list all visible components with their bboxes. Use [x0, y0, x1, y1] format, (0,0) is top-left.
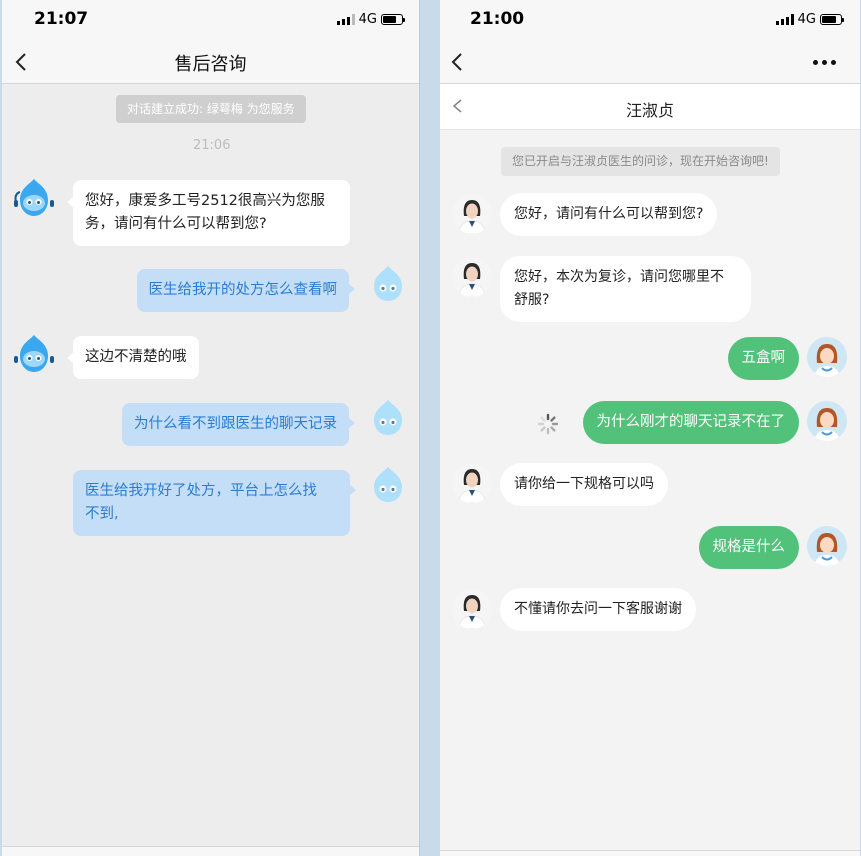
- status-bar: 21:07 4G: [2, 0, 419, 40]
- back-arrow-icon[interactable]: [448, 52, 468, 72]
- system-note: 您已开启与汪淑贞医生的问诊，现在开始咨询吧!: [501, 147, 780, 176]
- signal-icon: [336, 14, 355, 25]
- status-time: 21:00: [470, 9, 525, 29]
- status-time: 21:07: [34, 9, 89, 29]
- message-bubble-user: 医生给我开的处方怎么查看啊: [136, 269, 355, 312]
- more-icon[interactable]: [813, 60, 836, 65]
- message-bubble-user: 为什么看不到跟医生的聊天记录: [122, 403, 355, 446]
- message-text: 您好，本次为复诊，请问您哪里不: [514, 269, 724, 285]
- doctor-name-title: 汪淑贞: [625, 101, 674, 120]
- message-bubble-user: 五盒啊: [727, 337, 799, 380]
- message-bubble-user: 医生给我开好了处方，平台上怎么找 不到,: [73, 470, 356, 536]
- message-bubble-doctor: 您好，请问有什么可以帮到您?: [500, 193, 718, 236]
- user-avatar-icon: [807, 401, 847, 441]
- message-text: 规格是什么: [712, 539, 786, 555]
- doctor-avatar-icon: [452, 257, 492, 297]
- message-text: 舒服?: [514, 292, 550, 308]
- message-bubble-doctor: 不懂请你去问一下客服谢谢: [500, 588, 696, 631]
- user-avatar-icon: [807, 337, 847, 377]
- user-avatar-icon: [374, 266, 402, 301]
- message-text: 不懂请你去问一下客服谢谢: [514, 601, 682, 617]
- nav-bar: [440, 40, 860, 84]
- battery-icon: [381, 14, 405, 25]
- input-bar[interactable]: [2, 846, 419, 856]
- user-avatar-icon: [807, 526, 847, 566]
- loading-spinner-icon: [537, 413, 559, 435]
- doctor-header: 汪淑贞: [440, 84, 860, 130]
- message-text: 这边不清楚的哦: [85, 349, 187, 365]
- page-title: 售后咨询: [174, 54, 247, 75]
- message-text: 您好，请问有什么可以帮到您?: [514, 206, 704, 222]
- message-text: 不到,: [85, 506, 119, 522]
- doctor-avatar-icon: [452, 463, 492, 503]
- signal-icon: [775, 14, 794, 25]
- status-bar: 21:00 4G: [440, 0, 860, 40]
- message-bubble-doctor: 请你给一下规格可以吗: [500, 463, 668, 506]
- nav-bar: 售后咨询: [2, 40, 419, 84]
- system-note: 对话建立成功: 绿萼梅 为您服务: [116, 95, 306, 123]
- status-indicators: 4G: [336, 12, 405, 27]
- message-bubble-user: 规格是什么: [698, 526, 799, 569]
- right-phone-screen: 21:00 4G 汪淑贞 您已开启与汪淑贞医生的问诊，现在开始咨询吧! 您好，请…: [440, 0, 860, 856]
- doctor-avatar-icon: [452, 194, 492, 234]
- message-text: 您好，康爱多工号2512很高兴为您服: [85, 193, 325, 209]
- message-bubble-doctor: 您好，本次为复诊，请问您哪里不 舒服?: [500, 256, 751, 322]
- message-text: 务，请问有什么可以帮到您?: [85, 216, 267, 232]
- message-bubble-user: 为什么刚才的聊天记录不在了: [582, 401, 799, 444]
- message-timestamp: 21:06: [193, 138, 231, 153]
- message-text: 为什么刚才的聊天记录不在了: [596, 414, 786, 430]
- message-text: 为什么看不到跟医生的聊天记录: [134, 416, 337, 432]
- left-phone-screen: 21:07 4G 售后咨询 对话建立成功: 绿萼梅 为您服务 21:06 您好，…: [2, 0, 420, 856]
- message-text: 医生给我开的处方怎么查看啊: [148, 282, 338, 298]
- network-label: 4G: [358, 12, 377, 27]
- message-text: 请你给一下规格可以吗: [514, 476, 654, 492]
- message-text: 医生给我开好了处方，平台上怎么找: [85, 483, 317, 499]
- network-label: 4G: [797, 12, 816, 27]
- message-bubble-agent: 这边不清楚的哦: [67, 336, 199, 379]
- user-avatar-icon: [374, 467, 402, 502]
- agent-avatar-icon: [14, 335, 54, 372]
- message-bubble-agent: 您好，康爱多工号2512很高兴为您服 务，请问有什么可以帮到您?: [67, 180, 350, 246]
- status-indicators: 4G: [775, 12, 844, 27]
- battery-icon: [820, 14, 844, 25]
- doctor-avatar-icon: [452, 589, 492, 629]
- input-bar[interactable]: [440, 850, 860, 856]
- agent-avatar-icon: [14, 179, 54, 216]
- message-text: 五盒啊: [741, 350, 786, 366]
- user-avatar-icon: [374, 400, 402, 435]
